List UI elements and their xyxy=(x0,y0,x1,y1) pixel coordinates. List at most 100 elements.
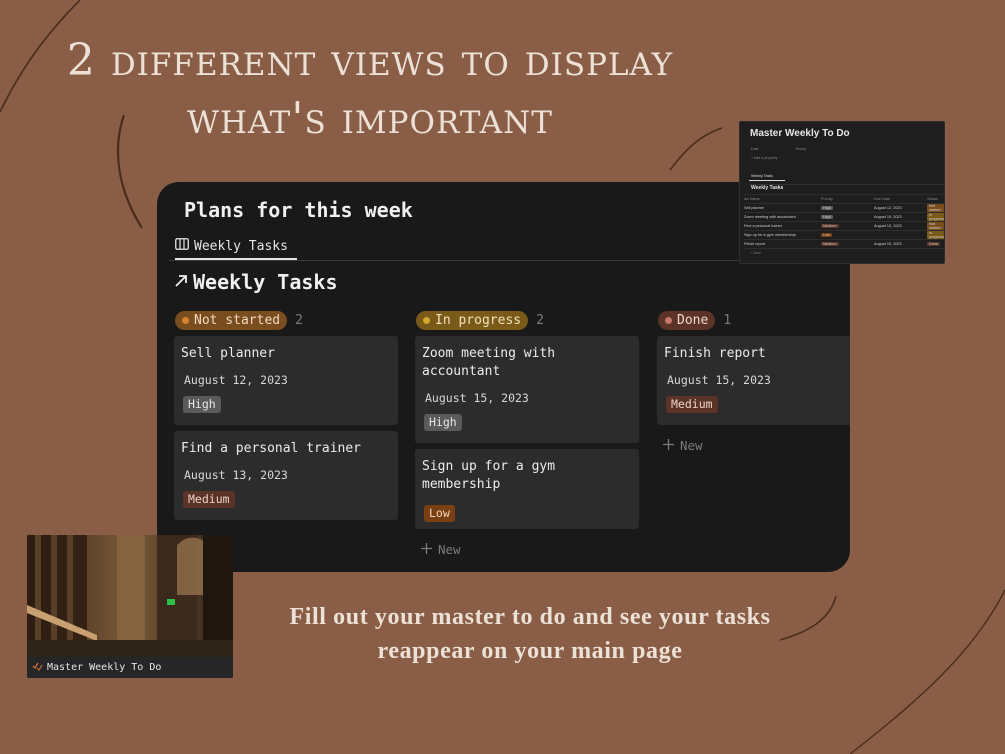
library-cover-image xyxy=(27,535,233,657)
mini-cell: Zoom meeting with accountant xyxy=(744,215,796,219)
new-label: New xyxy=(438,542,461,557)
caption: Fill out your master to do and see your … xyxy=(270,600,790,668)
mini-new-row: + New xyxy=(744,248,944,257)
mini-header: Priority xyxy=(821,197,833,201)
checklist-icon xyxy=(32,661,43,674)
headline-line-2: what's important xyxy=(187,93,553,144)
headline: 2 different views to display what's impo… xyxy=(30,32,710,148)
priority-tag: High xyxy=(424,414,462,431)
column-header: In progress 2 xyxy=(416,310,639,330)
task-card-zoom-meeting[interactable]: Zoom meeting with accountant August 15, … xyxy=(415,336,639,443)
status-dot-icon xyxy=(665,316,672,324)
mini-table-title: Weekly Tasks xyxy=(751,185,784,191)
card-date: August 15, 2023 xyxy=(425,391,529,405)
new-label: New xyxy=(680,438,703,453)
mini-cell: Sell planner xyxy=(744,206,765,210)
add-new-card-button[interactable]: New xyxy=(415,542,639,557)
master-todo-card-label: Master Weekly To Do xyxy=(27,657,233,678)
priority-tag: High xyxy=(183,396,221,413)
card-title: Sign up for a gym membership xyxy=(422,459,556,492)
priority-tag: Low xyxy=(424,505,455,522)
board-title-label: Weekly Tasks xyxy=(193,270,338,294)
priority-tag: Medium xyxy=(183,491,235,508)
column-header: Not started 2 xyxy=(175,310,398,330)
column-in-progress: In progress 2 Zoom meeting with accounta… xyxy=(415,310,639,557)
mini-cell: In progress xyxy=(927,231,944,239)
mini-cell: August 12, 2023 xyxy=(874,206,902,210)
task-card-personal-trainer[interactable]: Find a personal trainer August 13, 2023 … xyxy=(174,431,398,520)
card-title: Sell planner xyxy=(181,346,275,361)
caption-line-1: Fill out your master to do and see your … xyxy=(289,604,771,630)
mini-cell: Medium xyxy=(821,224,839,228)
mini-header: Aa Name xyxy=(744,197,760,201)
mini-table-row: Find a personal trainer Medium August 13… xyxy=(744,221,944,230)
tab-label: Weekly Tasks xyxy=(194,238,288,254)
mini-add-property: + Add a property xyxy=(751,156,778,160)
caption-line-2: reappear on your main page xyxy=(377,638,683,664)
mini-header: Status xyxy=(927,197,938,201)
tab-weekly-tasks[interactable]: Weekly Tasks xyxy=(175,234,297,260)
mini-tab: Weekly Tasks xyxy=(751,174,773,178)
card-title: Find a personal trainer xyxy=(181,441,362,456)
mini-cell: Finish report xyxy=(744,242,766,246)
mini-page-title: Master Weekly To Do xyxy=(750,128,850,139)
column-done: Done 1 Finish report August 15, 2023 Med… xyxy=(657,310,850,453)
arrow-up-right-icon xyxy=(173,270,189,294)
card-label-text: Master Weekly To Do xyxy=(47,662,162,673)
page-title: Plans for this week xyxy=(184,198,413,222)
task-card-finish-report[interactable]: Finish report August 15, 2023 Medium xyxy=(657,336,850,425)
task-card-gym-membership[interactable]: Sign up for a gym membership Low xyxy=(415,449,639,529)
mini-cell: Find a personal trainer xyxy=(744,224,782,228)
status-label: Done xyxy=(677,312,709,328)
mini-cell: Not started xyxy=(927,204,944,212)
mini-header: Due Date xyxy=(874,197,891,201)
mini-cell: August 13, 2023 xyxy=(874,224,902,228)
mini-prop-empty: Empty xyxy=(796,147,807,151)
board-view-icon xyxy=(175,238,189,254)
mini-cell: Done xyxy=(927,242,941,246)
status-dot-icon xyxy=(182,316,189,324)
mini-cell: High xyxy=(821,215,833,219)
status-label: In progress xyxy=(435,312,522,328)
card-date: August 13, 2023 xyxy=(184,468,288,482)
mini-tab-underline xyxy=(749,180,785,181)
task-card-sell-planner[interactable]: Sell planner August 12, 2023 High xyxy=(174,336,398,425)
column-header: Done 1 xyxy=(658,310,850,330)
mini-table-row: Sell planner High August 12, 2023 Not st… xyxy=(744,203,944,212)
status-pill-in-progress[interactable]: In progress xyxy=(416,310,529,330)
mini-cell: High xyxy=(821,206,833,210)
mini-cell: In progress xyxy=(927,213,944,221)
column-count: 2 xyxy=(295,312,303,328)
master-table-preview: Master Weekly To Do Date Empty + Add a p… xyxy=(739,121,945,264)
column-count: 2 xyxy=(536,312,544,328)
mini-prop-date: Date xyxy=(751,147,759,151)
master-todo-card[interactable]: Master Weekly To Do xyxy=(27,535,233,678)
mini-cell: August 15, 2023 xyxy=(874,215,902,219)
status-pill-done[interactable]: Done xyxy=(658,310,716,330)
mini-table-row: Zoom meeting with accountant High August… xyxy=(744,212,944,221)
headline-line-1: 2 different views to display xyxy=(66,35,674,86)
column-not-started: Not started 2 Sell planner August 12, 20… xyxy=(174,310,398,520)
status-pill-not-started[interactable]: Not started xyxy=(175,310,288,330)
mini-cell: Sign up for a gym membership xyxy=(744,233,796,237)
mini-table-row: Finish report Medium August 15, 2023 Don… xyxy=(744,239,944,248)
plus-icon xyxy=(421,542,432,557)
mini-cell: Not started xyxy=(927,222,944,230)
mini-cell: August 15, 2023 xyxy=(874,242,902,246)
mini-cell: Low xyxy=(821,233,832,237)
mini-table-row: Sign up for a gym membership Low In prog… xyxy=(744,230,944,239)
card-title: Zoom meeting with accountant xyxy=(422,346,556,379)
card-title: Finish report xyxy=(664,346,766,361)
card-date: August 15, 2023 xyxy=(667,373,771,387)
status-label: Not started xyxy=(194,312,281,328)
priority-tag: Medium xyxy=(666,396,718,413)
board-title[interactable]: Weekly Tasks xyxy=(173,270,338,294)
mini-cell: Medium xyxy=(821,242,839,246)
mini-new-label: + New xyxy=(750,251,761,255)
column-count: 1 xyxy=(723,312,732,328)
status-dot-icon xyxy=(423,316,430,324)
mini-header-row: Aa Name Priority Due Date Status xyxy=(744,194,944,203)
plus-icon xyxy=(663,438,674,453)
add-new-card-button[interactable]: New xyxy=(657,438,850,453)
card-date: August 12, 2023 xyxy=(184,373,288,387)
